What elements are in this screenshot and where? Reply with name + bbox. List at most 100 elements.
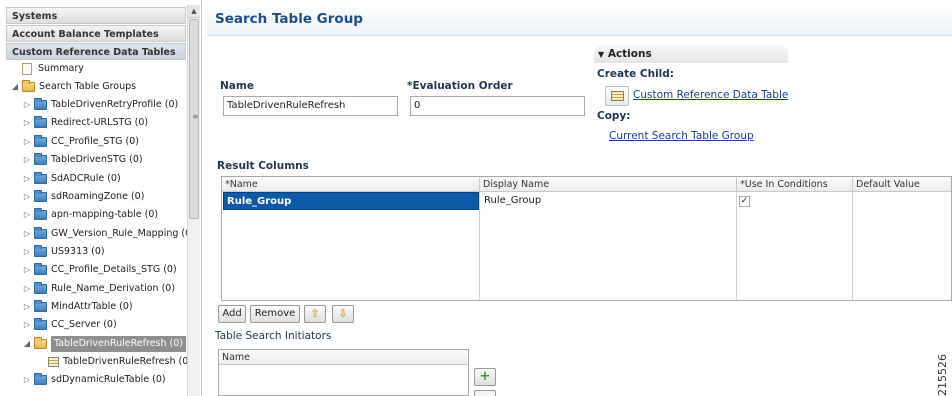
folder-icon bbox=[34, 373, 47, 385]
tree-item-label: SdADCRule (0) bbox=[51, 173, 121, 184]
sidebar-scrollbar[interactable]: ▲ ≡ bbox=[187, 5, 200, 396]
tree-item-table[interactable]: TableDrivenRuleRefresh (0) bbox=[36, 354, 192, 370]
tree-item[interactable]: ▷ sdRoamingZone (0) bbox=[22, 189, 144, 205]
column-header-display-name[interactable]: Display Name bbox=[480, 177, 737, 192]
tree-item-label: CC_Server (0) bbox=[51, 319, 117, 330]
column-header-name[interactable]: Name bbox=[219, 350, 468, 365]
move-up-button[interactable]: ⇧ bbox=[304, 305, 326, 323]
collapsed-twisty-icon[interactable]: ▷ bbox=[22, 189, 32, 205]
current-search-table-group-link[interactable]: Current Search Table Group bbox=[609, 130, 754, 142]
folder-icon bbox=[34, 135, 47, 147]
tree-item[interactable]: ▷ apn-mapping-table (0) bbox=[22, 207, 158, 223]
tree-item[interactable]: ▷ CC_Server (0) bbox=[22, 317, 117, 333]
create-child-label: Create Child: bbox=[597, 68, 674, 80]
table-search-initiators-label: Table Search Initiators bbox=[215, 330, 332, 342]
scrollbar-thumb[interactable]: ≡ bbox=[189, 19, 199, 219]
tree-item-label: sdRoamingZone (0) bbox=[51, 191, 145, 202]
collapsed-twisty-icon[interactable]: ▷ bbox=[22, 317, 32, 333]
tree-item[interactable]: ▷ TableDrivenRetryProfile (0) bbox=[22, 97, 178, 113]
actions-header[interactable]: ▼ Actions bbox=[594, 45, 788, 63]
evaluation-order-field[interactable]: 0 bbox=[410, 96, 585, 116]
collapsed-twisty-icon[interactable]: ▷ bbox=[22, 372, 32, 388]
tree-item[interactable]: ▷ CC_Profile_Details_STG (0) bbox=[22, 262, 177, 278]
tree-item[interactable]: ▷ US9313 (0) bbox=[22, 244, 105, 260]
tree-item-label: Summary bbox=[38, 63, 84, 74]
tree-item[interactable]: ▷ MindAttrTable (0) bbox=[22, 299, 133, 315]
tree-item-label: Redirect-URLSTG (0) bbox=[51, 117, 149, 128]
tree-item-selected[interactable]: ◢ TableDrivenRuleRefresh (0) bbox=[22, 336, 186, 352]
tree-item-label: CC_Profile_STG (0) bbox=[51, 136, 139, 147]
arrow-up-icon: ⇧ bbox=[310, 307, 320, 320]
table-icon bbox=[48, 357, 59, 367]
tree-item-search-table-groups[interactable]: ◢ Search Table Groups bbox=[10, 79, 136, 95]
remove-initiator-button[interactable] bbox=[474, 390, 496, 396]
main-panel: Search Table Group Name TableDrivenRuleR… bbox=[203, 0, 952, 396]
evaluation-order-label: *Evaluation Order bbox=[407, 80, 513, 92]
collapsed-twisty-icon[interactable]: ▷ bbox=[22, 226, 32, 242]
folder-icon bbox=[34, 245, 47, 257]
tree-item[interactable]: ▷ TableDrivenSTG (0) bbox=[22, 152, 143, 168]
tree-item[interactable]: ▷ Rule_Name_Derivation (0) bbox=[22, 281, 175, 297]
scroll-up-icon[interactable]: ▲ bbox=[188, 5, 200, 18]
open-folder-icon bbox=[34, 337, 47, 349]
folder-icon bbox=[34, 282, 47, 294]
collapsed-twisty-icon[interactable]: ▷ bbox=[22, 171, 32, 187]
add-button[interactable]: Add bbox=[218, 305, 246, 323]
accordion-account-balance-templates[interactable]: Account Balance Templates bbox=[6, 25, 186, 42]
collapsed-twisty-icon[interactable]: ▷ bbox=[22, 115, 32, 131]
name-field[interactable]: TableDrivenRuleRefresh bbox=[223, 96, 398, 116]
result-columns-grid[interactable]: *Name Display Name *Use In Conditions De… bbox=[221, 176, 952, 301]
use-in-conditions-checkbox[interactable]: ✓ bbox=[739, 196, 750, 207]
table-glyph bbox=[611, 91, 624, 101]
folder-icon bbox=[34, 318, 47, 330]
page-title: Search Table Group bbox=[215, 11, 363, 27]
tree-item[interactable]: ▷ CC_Profile_STG (0) bbox=[22, 134, 139, 150]
tree-item-label: CC_Profile_Details_STG (0) bbox=[51, 264, 177, 275]
tree-item-label: Rule_Name_Derivation (0) bbox=[51, 283, 176, 294]
collapse-triangle-icon: ▼ bbox=[598, 50, 605, 59]
tree-item[interactable]: ▷ Redirect-URLSTG (0) bbox=[22, 115, 148, 131]
expanded-twisty-icon[interactable]: ◢ bbox=[10, 79, 20, 95]
folder-icon bbox=[34, 300, 47, 312]
accordion-custom-reference-data-tables[interactable]: Custom Reference Data Tables bbox=[6, 43, 186, 60]
add-initiator-button[interactable]: + bbox=[474, 368, 496, 386]
collapsed-twisty-icon[interactable]: ▷ bbox=[22, 97, 32, 113]
tree-item-label: sdDynamicRuleTable (0) bbox=[51, 374, 166, 385]
remove-button[interactable]: Remove bbox=[250, 305, 300, 323]
custom-reference-data-table-link[interactable]: Custom Reference Data Table bbox=[633, 89, 788, 101]
collapsed-twisty-icon[interactable]: ▷ bbox=[22, 299, 32, 315]
result-columns-label: Result Columns bbox=[217, 160, 309, 172]
arrow-down-icon: ⇩ bbox=[338, 307, 348, 320]
collapsed-twisty-icon[interactable]: ▷ bbox=[22, 244, 32, 260]
collapsed-twisty-icon[interactable]: ▷ bbox=[22, 207, 32, 223]
expanded-twisty-icon[interactable]: ◢ bbox=[22, 336, 32, 352]
tree-item-label: GW_Version_Rule_Mapping (0) bbox=[51, 228, 195, 239]
folder-icon bbox=[34, 172, 47, 184]
column-header-name[interactable]: *Name bbox=[222, 177, 480, 192]
folder-icon bbox=[34, 153, 47, 165]
table-row-name-cell[interactable]: Rule_Group bbox=[223, 192, 479, 210]
column-header-default-value[interactable]: Default Value bbox=[853, 177, 951, 192]
tree-item-summary[interactable]: Summary bbox=[10, 61, 84, 77]
collapsed-twisty-icon[interactable]: ▷ bbox=[22, 152, 32, 168]
tree-item[interactable]: ▷ GW_Version_Rule_Mapping (0) bbox=[22, 226, 195, 242]
collapsed-twisty-icon[interactable]: ▷ bbox=[22, 134, 32, 150]
custom-reference-data-table-icon[interactable] bbox=[605, 86, 629, 106]
table-row-display-name-cell[interactable]: Rule_Group bbox=[481, 192, 736, 210]
collapsed-twisty-icon[interactable]: ▷ bbox=[22, 262, 32, 278]
tree-item[interactable]: ▷ SdADCRule (0) bbox=[22, 171, 121, 187]
accordion-systems[interactable]: Systems bbox=[6, 7, 186, 24]
tree-item-label: TableDrivenRuleRefresh (0) bbox=[51, 336, 186, 352]
open-folder-icon bbox=[22, 80, 35, 92]
folder-icon bbox=[34, 116, 47, 128]
folder-icon bbox=[34, 263, 47, 275]
table-search-initiators-list[interactable]: Name bbox=[218, 349, 469, 396]
title-bar: Search Table Group bbox=[207, 0, 952, 36]
tree-item-label: US9313 (0) bbox=[51, 246, 105, 257]
move-down-button[interactable]: ⇩ bbox=[332, 305, 354, 323]
folder-icon bbox=[34, 227, 47, 239]
tree-item[interactable]: ▷ sdDynamicRuleTable (0) bbox=[22, 372, 166, 388]
collapsed-twisty-icon[interactable]: ▷ bbox=[22, 281, 32, 297]
column-header-use-in-conditions[interactable]: *Use In Conditions bbox=[737, 177, 853, 192]
copy-label: Copy: bbox=[597, 110, 631, 122]
